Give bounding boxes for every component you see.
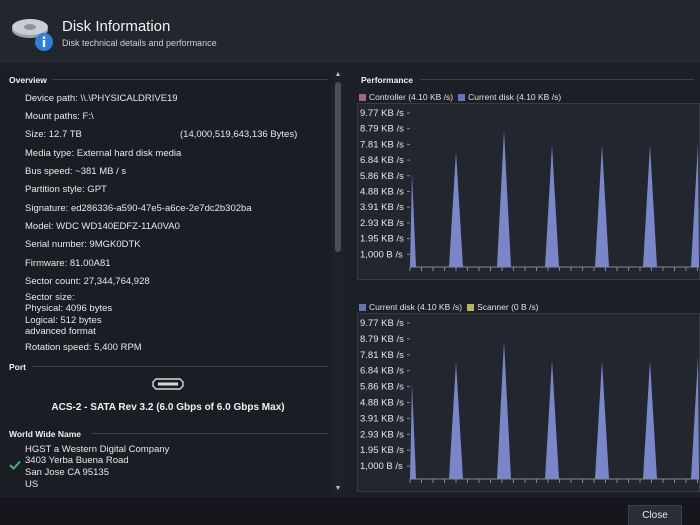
activity-spike	[449, 151, 463, 267]
performance-divider	[420, 79, 694, 80]
dialog-footer	[0, 497, 700, 525]
y-tick-label: 4.88 KB /s	[360, 398, 404, 409]
activity-spike	[643, 360, 657, 479]
y-tick-label: 3.91 KB /s	[360, 202, 404, 213]
performance-chart-1: 1,000 B /s 1.95 KB /s 2.93 KB /s 3.91 KB /s…	[357, 103, 700, 280]
device-path: Device path: \\.\PHYSICALDRIVE19	[25, 93, 178, 104]
overview-divider	[52, 79, 328, 80]
sata-port-icon	[152, 378, 184, 390]
signature: Signature: ed286336-a590-47e5-a6ce-2e7dc…	[25, 203, 252, 214]
legend-label: Current disk (4.10 KB /s)	[468, 92, 562, 102]
chart-svg: 1,000 B /s 1.95 KB /s 2.93 KB /s 3.91 KB /s…	[360, 318, 699, 483]
y-tick-label: 7.81 KB /s	[360, 139, 404, 150]
port-value: ACS-2 - SATA Rev 3.2 (6.0 Gbps of 6.0 Gb…	[51, 402, 285, 413]
legend-swatch	[467, 303, 475, 311]
activity-spike	[643, 144, 657, 267]
activity-spike	[410, 172, 416, 267]
legend-current-disk: Current disk (4.10 KB /s)	[458, 92, 561, 102]
activity-spike	[691, 356, 699, 479]
wwn-line-2: 3403 Yerba Buena Road	[25, 455, 129, 466]
legend-swatch	[458, 93, 466, 101]
sector-size-logical: Logical: 512 bytes	[25, 315, 102, 326]
legend-current-disk: Current disk (4.10 KB /s)	[359, 302, 462, 312]
dialog-title: Disk Information	[62, 18, 171, 35]
port-divider	[32, 366, 328, 367]
legend-label: Scanner (0 B /s)	[477, 302, 539, 312]
activity-spike	[449, 361, 463, 479]
activity-spike	[595, 144, 609, 267]
activity-spike	[410, 383, 416, 479]
y-tick-label: 2.93 KB /s	[360, 429, 404, 440]
y-tick-label: 5.86 KB /s	[360, 382, 404, 393]
partition-style: Partition style: GPT	[25, 184, 107, 195]
wwn-line-4: US	[25, 479, 39, 490]
sector-size-label: Sector size:	[25, 292, 75, 303]
dialog-subtitle: Disk technical details and performance	[62, 38, 217, 48]
activity-spike	[595, 360, 609, 479]
y-tick-label: 3.91 KB /s	[360, 413, 404, 424]
activity-spike	[497, 130, 511, 267]
y-tick-label: 4.88 KB /s	[360, 187, 404, 198]
disk-info-icon	[12, 19, 53, 51]
y-tick-label: 5.86 KB /s	[360, 171, 404, 182]
wwn-heading: World Wide Name	[9, 429, 82, 439]
mount-paths: Mount paths: F:\	[25, 111, 94, 122]
sector-format: advanced format	[25, 326, 96, 337]
legend-scanner: Scanner (0 B /s)	[467, 302, 538, 312]
chart1-legend: Controller (4.10 KB /s) Current disk (4.…	[359, 92, 566, 102]
details-scrollbar[interactable]: ▲ ▼	[332, 70, 344, 494]
y-tick-label: 1,000 B /s	[360, 249, 403, 260]
media-type: Media type: External hard disk media	[25, 148, 182, 159]
legend-label: Controller (4.10 KB /s)	[369, 92, 454, 102]
port-heading: Port	[9, 362, 26, 372]
y-tick-label: 8.79 KB /s	[360, 334, 404, 345]
y-tick-label: 1.95 KB /s	[360, 234, 404, 245]
y-tick-label: 9.77 KB /s	[360, 108, 404, 119]
performance-chart-2: 1,000 B /s 1.95 KB /s 2.93 KB /s 3.91 KB /s…	[357, 313, 700, 492]
serial-number: Serial number: 9MGK0DTK	[25, 239, 141, 250]
legend-swatch	[359, 303, 366, 311]
y-tick-label: 1.95 KB /s	[360, 445, 404, 456]
legend-controller: Controller (4.10 KB /s)	[359, 92, 453, 102]
activity-spike	[497, 340, 511, 479]
scroll-thumb[interactable]	[335, 82, 341, 252]
y-tick-label: 1,000 B /s	[360, 461, 403, 472]
y-tick-label: 6.84 KB /s	[360, 155, 404, 166]
disk-size: Size: 12.7 TB	[25, 129, 82, 140]
activity-spike	[545, 144, 559, 267]
wwn-divider	[92, 433, 328, 434]
y-tick-label: 2.93 KB /s	[360, 218, 404, 229]
dialog-header: Disk Information Disk technical details …	[0, 0, 700, 62]
performance-heading: Performance	[361, 75, 413, 85]
wwn-line-1: HGST a Western Digital Company	[25, 444, 170, 455]
close-button[interactable]: Close	[628, 505, 682, 525]
model: Model: WDC WD140EDFZ-11A0VA0	[25, 221, 180, 232]
y-tick-label: 7.81 KB /s	[360, 350, 404, 361]
rotation-speed: Rotation speed: 5,400 RPM	[25, 342, 142, 353]
y-tick-label: 6.84 KB /s	[360, 366, 404, 377]
chart2-legend: Current disk (4.10 KB /s) Scanner (0 B /…	[359, 302, 543, 312]
check-icon	[9, 460, 21, 470]
activity-spike	[691, 143, 699, 267]
scroll-down-arrow-icon[interactable]: ▼	[332, 484, 344, 494]
sector-size-physical: Physical: 4096 bytes	[25, 303, 113, 314]
wwn-line-3: San Jose CA 95135	[25, 467, 109, 478]
firmware: Firmware: 81.00A81	[25, 258, 111, 269]
sector-count: Sector count: 27,344,764,928	[25, 276, 150, 287]
bus-speed: Bus speed: ~381 MB / s	[25, 166, 127, 177]
overview-heading: Overview	[9, 75, 47, 85]
chart-svg: 1,000 B /s 1.95 KB /s 2.93 KB /s 3.91 KB /s…	[360, 108, 699, 271]
y-tick-label: 8.79 KB /s	[360, 124, 404, 135]
legend-swatch	[359, 93, 366, 101]
legend-label: Current disk (4.10 KB /s)	[369, 302, 463, 312]
scroll-up-arrow-icon[interactable]: ▲	[332, 70, 344, 80]
disk-size-bytes: (14,000,519,643,136 Bytes)	[180, 129, 298, 140]
activity-spike	[545, 360, 559, 479]
y-tick-label: 9.77 KB /s	[360, 318, 404, 329]
